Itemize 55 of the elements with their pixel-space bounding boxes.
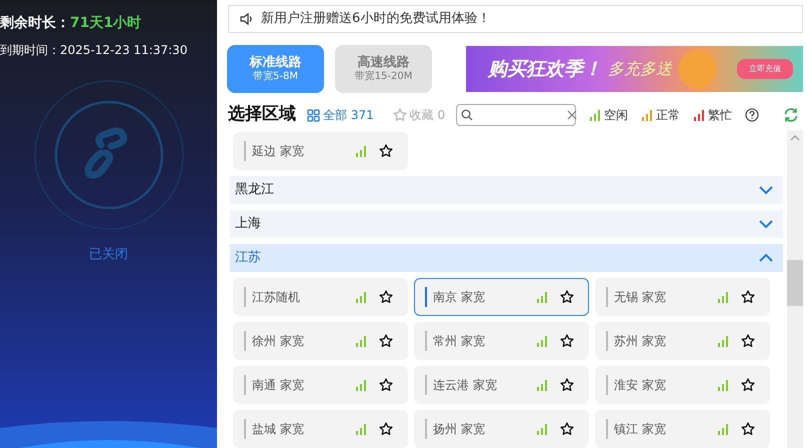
chevron-up-icon bbox=[759, 253, 773, 263]
star-icon[interactable] bbox=[741, 290, 755, 304]
refresh-icon[interactable] bbox=[783, 107, 799, 123]
banner-tagline: 多充多送 bbox=[608, 58, 672, 80]
province-header[interactable]: 上海 bbox=[230, 210, 783, 238]
help-icon[interactable] bbox=[745, 108, 760, 122]
star-icon[interactable] bbox=[379, 334, 393, 348]
star-icon[interactable] bbox=[560, 290, 574, 304]
star-icon[interactable] bbox=[560, 334, 574, 348]
banner-headline: 购买狂欢季！ bbox=[488, 56, 602, 82]
legend-label: 正常 bbox=[656, 107, 680, 124]
search-field[interactable] bbox=[456, 104, 576, 126]
server-item[interactable]: 苏州 家宽 bbox=[595, 322, 770, 360]
search-icon bbox=[461, 109, 474, 121]
server-item[interactable]: 淮安 家宽 bbox=[595, 366, 770, 404]
chevron-down-icon bbox=[759, 219, 773, 229]
server-item[interactable]: 盐城 家宽 bbox=[233, 410, 408, 448]
server-item[interactable]: 南通 家宽 bbox=[233, 366, 408, 404]
server-item[interactable]: 南京 家宽 bbox=[414, 278, 589, 316]
server-item[interactable]: 延边 家宽 bbox=[233, 132, 408, 170]
server-item[interactable]: 扬州 家宽 bbox=[414, 410, 589, 448]
legend-label: 繁忙 bbox=[708, 107, 732, 124]
star-icon[interactable] bbox=[741, 378, 755, 392]
notice-text: 新用户注册赠送6小时的免费试用体验！ bbox=[261, 10, 490, 28]
scrollbar-thumb[interactable] bbox=[787, 260, 803, 306]
star-icon[interactable] bbox=[379, 422, 393, 436]
remaining-time: 71天1小时 bbox=[70, 15, 142, 31]
star-icon[interactable] bbox=[379, 144, 393, 158]
server-item[interactable]: 无锡 家宽 bbox=[595, 278, 770, 316]
star-icon[interactable] bbox=[741, 422, 755, 436]
server-item[interactable]: 镇江 家宽 bbox=[595, 410, 770, 448]
star-icon[interactable] bbox=[560, 378, 574, 392]
promo-banner[interactable]: 购买狂欢季！ 多充多送 立即充值 bbox=[466, 46, 803, 92]
server-item[interactable]: 江苏随机 bbox=[233, 278, 408, 316]
speaker-icon bbox=[239, 12, 253, 26]
star-icon[interactable] bbox=[741, 334, 755, 348]
star-icon bbox=[392, 108, 407, 122]
province-header[interactable]: 江苏 bbox=[230, 244, 783, 272]
expiry-time: 到期时间：2025-12-23 11:37:30 bbox=[0, 42, 188, 59]
connection-status: 已关闭 bbox=[88, 246, 129, 264]
province-header[interactable]: 黑龙江 bbox=[230, 176, 783, 204]
star-icon[interactable] bbox=[379, 290, 393, 304]
server-item[interactable]: 连云港 家宽 bbox=[414, 366, 589, 404]
grid-icon bbox=[307, 108, 320, 122]
remaining-label: 剩余时长： bbox=[0, 15, 70, 31]
server-item[interactable]: 常州 家宽 bbox=[414, 322, 589, 360]
server-item[interactable]: 徐州 家宽 bbox=[233, 322, 408, 360]
clear-icon[interactable] bbox=[567, 110, 578, 120]
star-icon[interactable] bbox=[379, 378, 393, 392]
section-title: 选择区域 bbox=[228, 103, 296, 126]
all-tab[interactable]: 全部 371 bbox=[307, 106, 374, 124]
chevron-down-icon bbox=[759, 185, 773, 195]
star-icon[interactable] bbox=[560, 422, 574, 436]
scrollbar[interactable] bbox=[787, 130, 803, 448]
legend-label: 空闲 bbox=[604, 107, 628, 124]
